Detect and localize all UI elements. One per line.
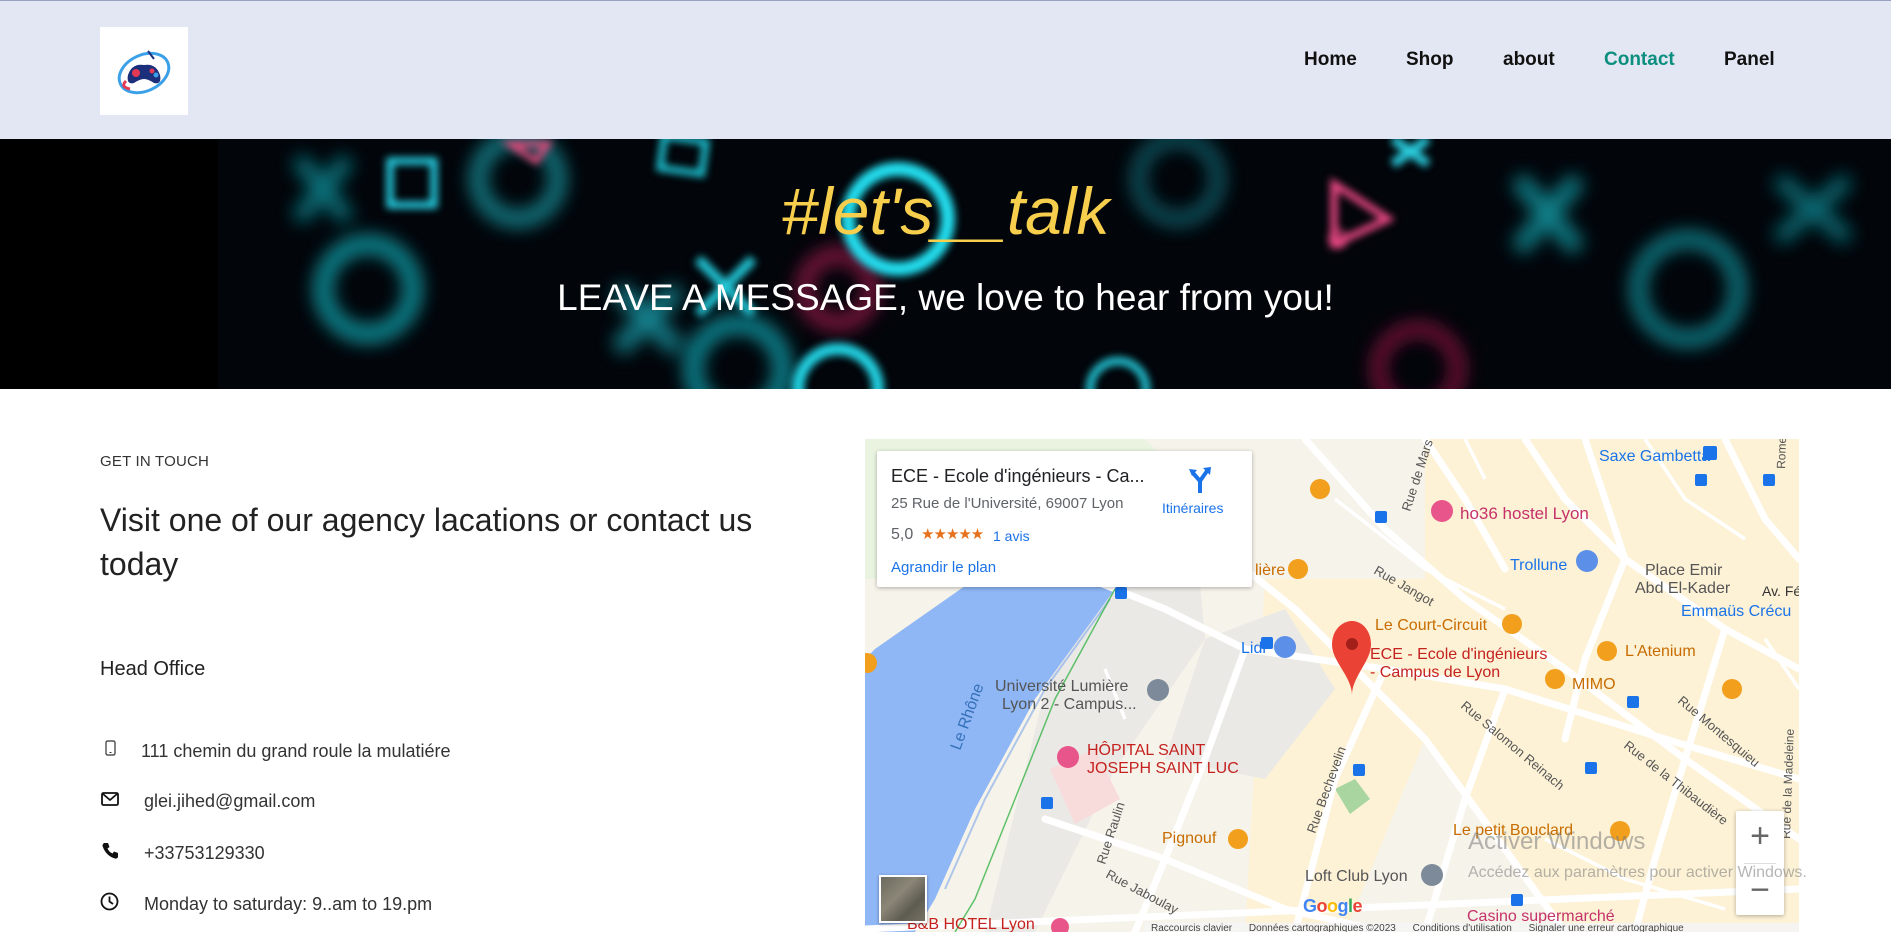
svg-text:ho36 hostel Lyon: ho36 hostel Lyon [1460, 504, 1589, 523]
nav-about[interactable]: about [1503, 49, 1555, 71]
zoom-in-button[interactable]: + [1736, 811, 1784, 861]
place-address: 25 Rue de l'Université, 69007 Lyon [891, 495, 1124, 512]
hero-subtitle: LEAVE A MESSAGE, we love to hear from yo… [557, 277, 1334, 318]
directions-link[interactable]: Itinéraires [1162, 500, 1223, 516]
svg-text:Lyon 2 - Campus...: Lyon 2 - Campus... [1002, 696, 1137, 713]
svg-text:Lidl: Lidl [1241, 640, 1266, 657]
nav-home[interactable]: Home [1304, 49, 1357, 71]
hero-banner: #let's__talk LEAVE A MESSAGE, we love to… [0, 139, 1891, 389]
place-rating: 5,0 [891, 526, 914, 543]
svg-text:ECE - Ecole d'ingénieurs: ECE - Ecole d'ingénieurs [1370, 646, 1547, 663]
terms-link[interactable]: Conditions d'utilisation [1413, 923, 1512, 932]
windows-activation-subtitle: Accédez aux paramètres pour activer Wind… [1468, 864, 1807, 881]
nav-panel[interactable]: Panel [1724, 49, 1775, 71]
nav-shop[interactable]: Shop [1406, 49, 1454, 71]
gamepad-logo-icon [117, 50, 171, 95]
site-logo[interactable] [100, 27, 188, 115]
phone-number[interactable]: +33753129330 [144, 843, 265, 864]
email-link[interactable]: glei.jihed@gmail.com [144, 791, 315, 812]
enlarge-map-link[interactable]: Agrandir le plan [891, 559, 996, 576]
svg-text:Saxe Gambetta: Saxe Gambetta [1599, 448, 1710, 465]
svg-text:- Campus de Lyon: - Campus de Lyon [1370, 664, 1500, 681]
svg-text:Abd El-Kader: Abd El-Kader [1635, 580, 1731, 597]
svg-text:Rome: Rome [1774, 439, 1789, 469]
svg-text:HÔPITAL SAINT: HÔPITAL SAINT [1087, 740, 1205, 759]
clock-icon [100, 892, 119, 911]
svg-text:L'Atenium: L'Atenium [1625, 643, 1696, 660]
head-office-title: Head Office [100, 658, 206, 680]
directions-icon[interactable] [1185, 465, 1215, 495]
google-map-embed[interactable]: Saxe Gambetta ho36 hostel Lyon Trollune … [865, 439, 1799, 932]
hero-title: #let's__talk [781, 174, 1110, 248]
map-data-credit: Données cartographiques ©2023 [1248, 923, 1396, 932]
google-logo: Google [1303, 896, 1363, 916]
report-error-link[interactable]: Signaler une erreur cartographique [1529, 923, 1684, 932]
svg-text:Emmaüs Crécu: Emmaüs Crécu [1681, 603, 1791, 620]
svg-text:lière: lière [1255, 562, 1285, 579]
satellite-toggle-button[interactable] [879, 875, 927, 923]
nav-contact[interactable]: Contact [1604, 49, 1675, 71]
reviews-link[interactable]: 1 avis [993, 528, 1030, 544]
zoom-controls: + − [1736, 811, 1784, 915]
place-info-card: ECE - Ecole d'ingénieurs - Ca... 25 Rue … [877, 451, 1252, 587]
envelope-icon [101, 792, 119, 806]
svg-text:Av. Fél: Av. Fél [1762, 583, 1799, 599]
phone-icon [102, 843, 118, 859]
keyboard-shortcuts-link[interactable]: Raccourcis clavier [1151, 923, 1232, 932]
opening-hours: Monday to saturday: 9..am to 19.pm [144, 894, 433, 914]
windows-activation-title: Activer Windows [1468, 828, 1646, 855]
svg-text:Le Court-Circuit: Le Court-Circuit [1375, 617, 1488, 634]
site-header: Home Shop about Contact Panel [0, 0, 1891, 139]
svg-text:JOSEPH SAINT LUC: JOSEPH SAINT LUC [1087, 760, 1239, 777]
get-in-touch-label: GET IN TOUCH [100, 453, 210, 470]
svg-text:Université Lumière: Université Lumière [995, 678, 1128, 695]
contact-headline: Visit one of our agency lacations or con… [100, 502, 753, 582]
svg-text:Loft Club Lyon: Loft Club Lyon [1305, 868, 1408, 885]
mobile-icon [105, 740, 116, 756]
address-text: 111 chemin du grand roule la mulatiére [141, 741, 451, 761]
svg-text:Pignouf: Pignouf [1162, 830, 1217, 847]
svg-text:Trollune: Trollune [1510, 557, 1567, 574]
rating-stars-icon: ★★★★★ [921, 526, 984, 543]
svg-text:Place Emir: Place Emir [1645, 562, 1723, 579]
place-title: ECE - Ecole d'ingénieurs - Ca... [891, 466, 1145, 486]
map-footer: Raccourcis clavier Données cartographiqu… [1145, 923, 1799, 932]
svg-text:MIMO: MIMO [1572, 676, 1616, 693]
